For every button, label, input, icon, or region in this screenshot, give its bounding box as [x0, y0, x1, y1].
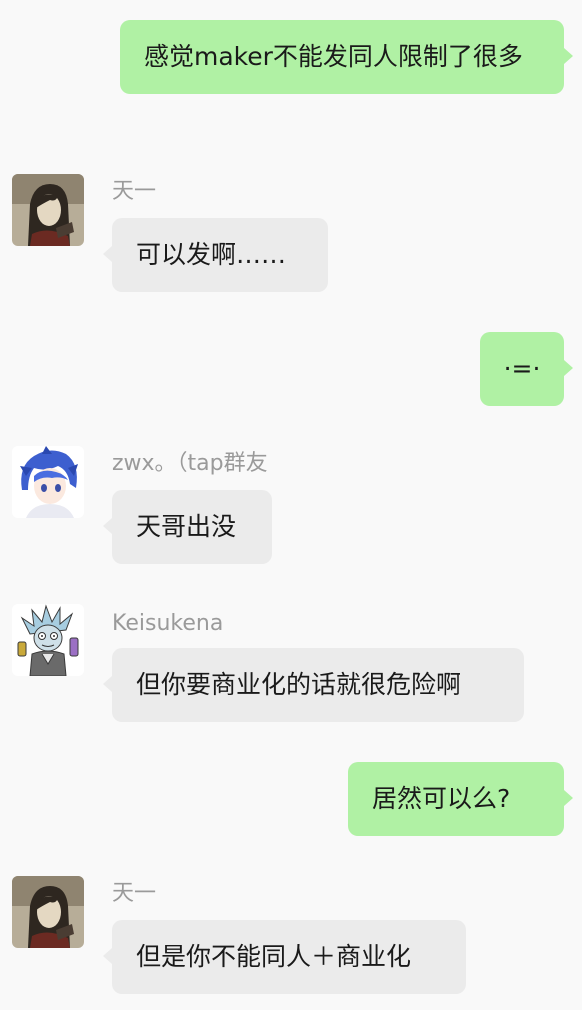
incoming-message-bubble[interactable]: 天哥出没	[103, 490, 272, 564]
sender-name: Keisukena	[112, 611, 224, 636]
message-text: 但是你不能同人＋商业化	[136, 942, 412, 971]
portrait-avatar-long-hair-icon	[12, 876, 84, 948]
sender-name: 天一	[112, 179, 157, 204]
message-text: 天哥出没	[136, 512, 237, 541]
sender-avatar[interactable]	[12, 604, 84, 676]
sender-name: 天一	[112, 881, 157, 906]
incoming-message-bubble[interactable]: 但你要商业化的话就很危险啊	[103, 648, 524, 722]
sender-avatar[interactable]	[12, 876, 84, 948]
message-text: 可以发啊……	[136, 240, 287, 269]
sender-avatar[interactable]	[12, 174, 84, 246]
outgoing-message-bubble[interactable]: 居然可以么?	[348, 762, 573, 836]
incoming-message-bubble[interactable]: 但是你不能同人＋商业化	[103, 920, 466, 994]
incoming-message-bubble[interactable]: 可以发啊……	[103, 218, 328, 292]
sender-avatar[interactable]	[12, 446, 84, 518]
sender-name: zwx。（tap群友	[112, 451, 268, 476]
cartoon-scientist-avatar-icon	[12, 604, 84, 676]
message-text: 居然可以么?	[372, 784, 511, 813]
outgoing-message-bubble[interactable]: ·=·	[480, 332, 573, 406]
message-text: ·=·	[503, 354, 541, 383]
message-text: 但你要商业化的话就很危险啊	[136, 670, 462, 699]
message-text: 感觉maker不能发同人限制了很多	[144, 42, 523, 71]
chat-view[interactable]: 感觉maker不能发同人限制了很多 天一 可以发啊…… ·=· zwx。（tap…	[0, 0, 582, 1010]
anime-blue-hair-avatar-icon	[12, 446, 84, 518]
portrait-avatar-long-hair-icon	[12, 174, 84, 246]
outgoing-message-bubble[interactable]: 感觉maker不能发同人限制了很多	[120, 20, 573, 94]
